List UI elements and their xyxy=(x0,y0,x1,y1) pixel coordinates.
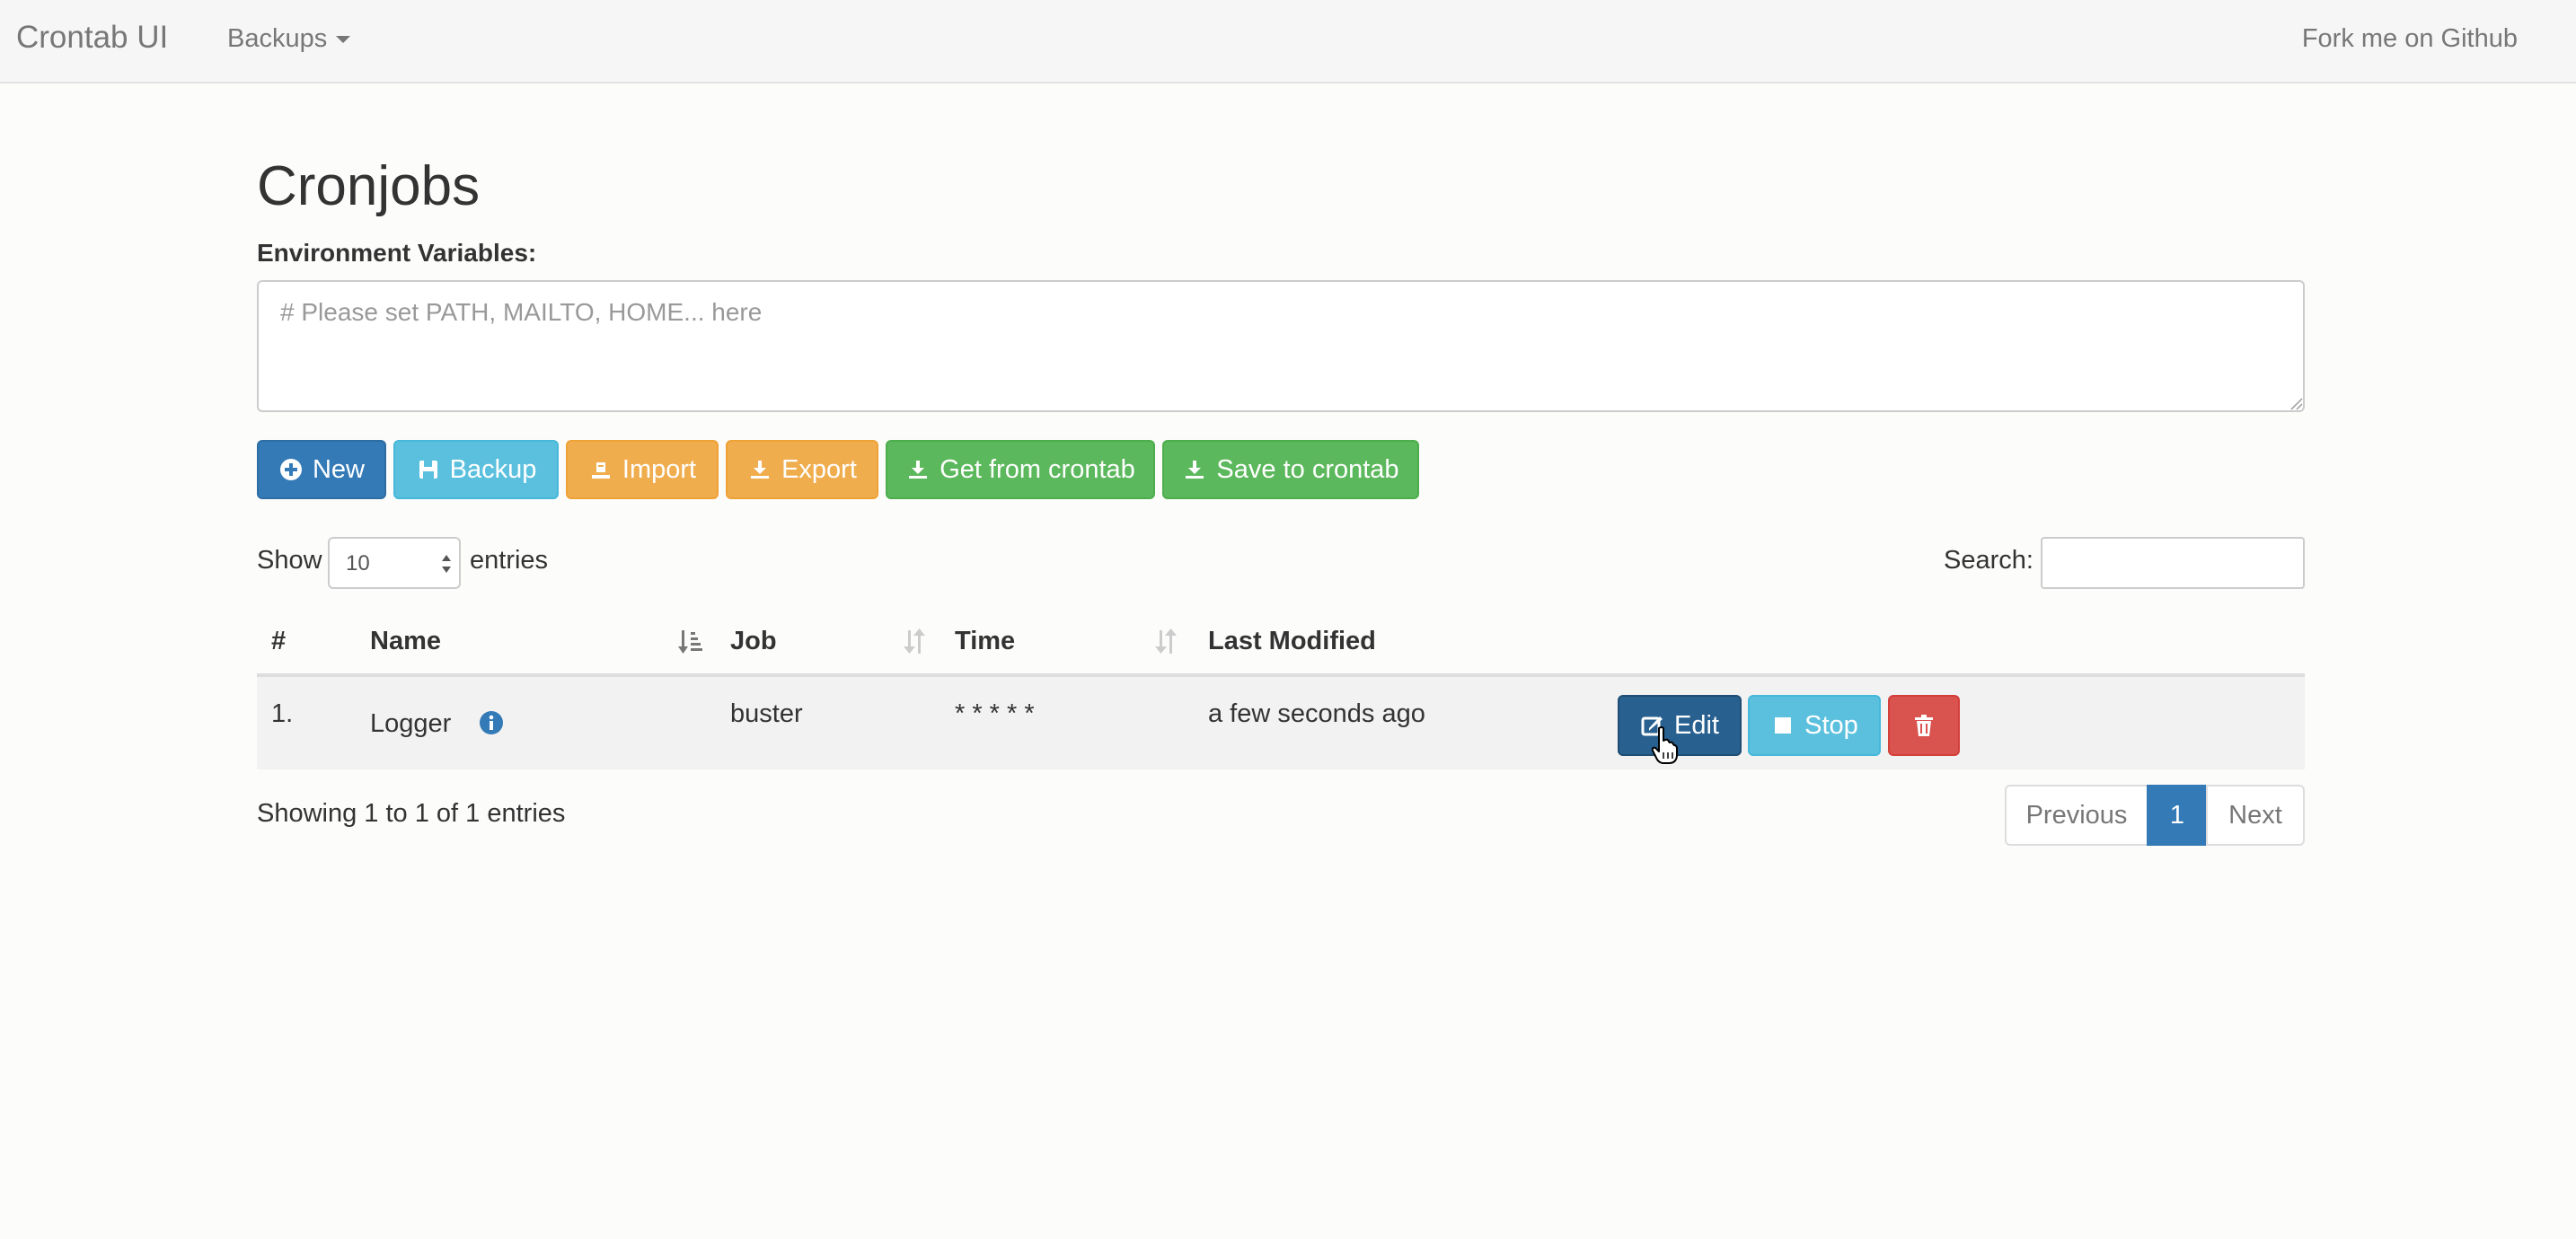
page-size-value: 10 xyxy=(346,551,370,576)
plus-circle-icon xyxy=(279,459,302,480)
search-input[interactable] xyxy=(2041,537,2305,589)
get-from-crontab-button[interactable]: Get from crontab xyxy=(886,440,1155,499)
export-button-label: Export xyxy=(781,454,857,484)
import-button[interactable]: Import xyxy=(566,440,719,499)
backup-button-label: Backup xyxy=(449,454,537,484)
export-button[interactable]: Export xyxy=(726,440,878,499)
import-button-label: Import xyxy=(622,454,697,484)
column-header-index: # xyxy=(271,627,287,655)
search-label: Search: xyxy=(1944,546,2033,575)
sort-both-icon[interactable] xyxy=(902,627,927,657)
delete-button[interactable] xyxy=(1888,695,1960,756)
row-time: * * * * * xyxy=(955,699,1035,728)
env-variables-label: Environment Variables: xyxy=(257,239,537,267)
save-to-crontab-button[interactable]: Save to crontab xyxy=(1162,440,1419,499)
new-button[interactable]: New xyxy=(257,440,386,499)
column-header-name[interactable]: Name xyxy=(370,627,441,656)
caret-down-icon xyxy=(336,36,351,44)
pagination-page-1[interactable]: 1 xyxy=(2147,785,2208,846)
select-arrows-icon xyxy=(442,555,451,573)
stop-button-label: Stop xyxy=(1804,710,1858,740)
row-index: 1. xyxy=(271,699,294,728)
trash-icon xyxy=(1915,715,1933,736)
info-icon[interactable] xyxy=(479,710,504,735)
get-from-crontab-label: Get from crontab xyxy=(940,454,1135,484)
backup-button[interactable]: Backup xyxy=(393,440,559,499)
show-label: Show xyxy=(257,546,322,575)
column-header-last-modified: Last Modified xyxy=(1208,627,1376,655)
stop-icon xyxy=(1775,717,1792,734)
sort-ascending-icon[interactable] xyxy=(677,627,702,657)
row-name: Logger xyxy=(370,709,452,738)
entries-label: entries xyxy=(470,546,549,575)
download-icon xyxy=(1186,461,1204,479)
download-icon xyxy=(751,461,770,479)
edit-button[interactable]: Edit xyxy=(1618,695,1742,756)
showing-entries-info: Showing 1 to 1 of 1 entries xyxy=(257,799,566,828)
pagination-next[interactable]: Next xyxy=(2206,785,2305,846)
save-to-crontab-label: Save to crontab xyxy=(1216,454,1399,484)
navbar: Crontab UI Backups Fork me on Github xyxy=(0,0,2576,83)
backups-dropdown[interactable]: Backups xyxy=(227,24,351,54)
fork-github-link[interactable]: Fork me on Github xyxy=(2302,24,2518,54)
column-header-job[interactable]: Job xyxy=(730,627,777,656)
column-header-time[interactable]: Time xyxy=(955,627,1015,656)
pagination-previous[interactable]: Previous xyxy=(2005,785,2148,846)
brand-link[interactable]: Crontab UI xyxy=(16,20,168,56)
backups-dropdown-label: Backups xyxy=(227,24,328,53)
page-size-select[interactable]: 10 xyxy=(328,537,461,589)
download-icon xyxy=(909,461,928,479)
import-icon xyxy=(591,462,610,479)
row-job: buster xyxy=(730,699,803,728)
row-last-modified: a few seconds ago xyxy=(1208,699,1425,728)
sort-both-icon[interactable] xyxy=(1153,627,1178,657)
resize-grip-icon[interactable] xyxy=(2289,396,2303,410)
new-button-label: New xyxy=(312,454,365,484)
stop-button[interactable]: Stop xyxy=(1748,695,1881,756)
edit-button-label: Edit xyxy=(1674,710,1719,740)
env-variables-input[interactable] xyxy=(257,280,2305,412)
floppy-icon xyxy=(419,461,437,479)
page-title: Cronjobs xyxy=(257,155,481,217)
hand-cursor-icon xyxy=(1651,726,1678,764)
